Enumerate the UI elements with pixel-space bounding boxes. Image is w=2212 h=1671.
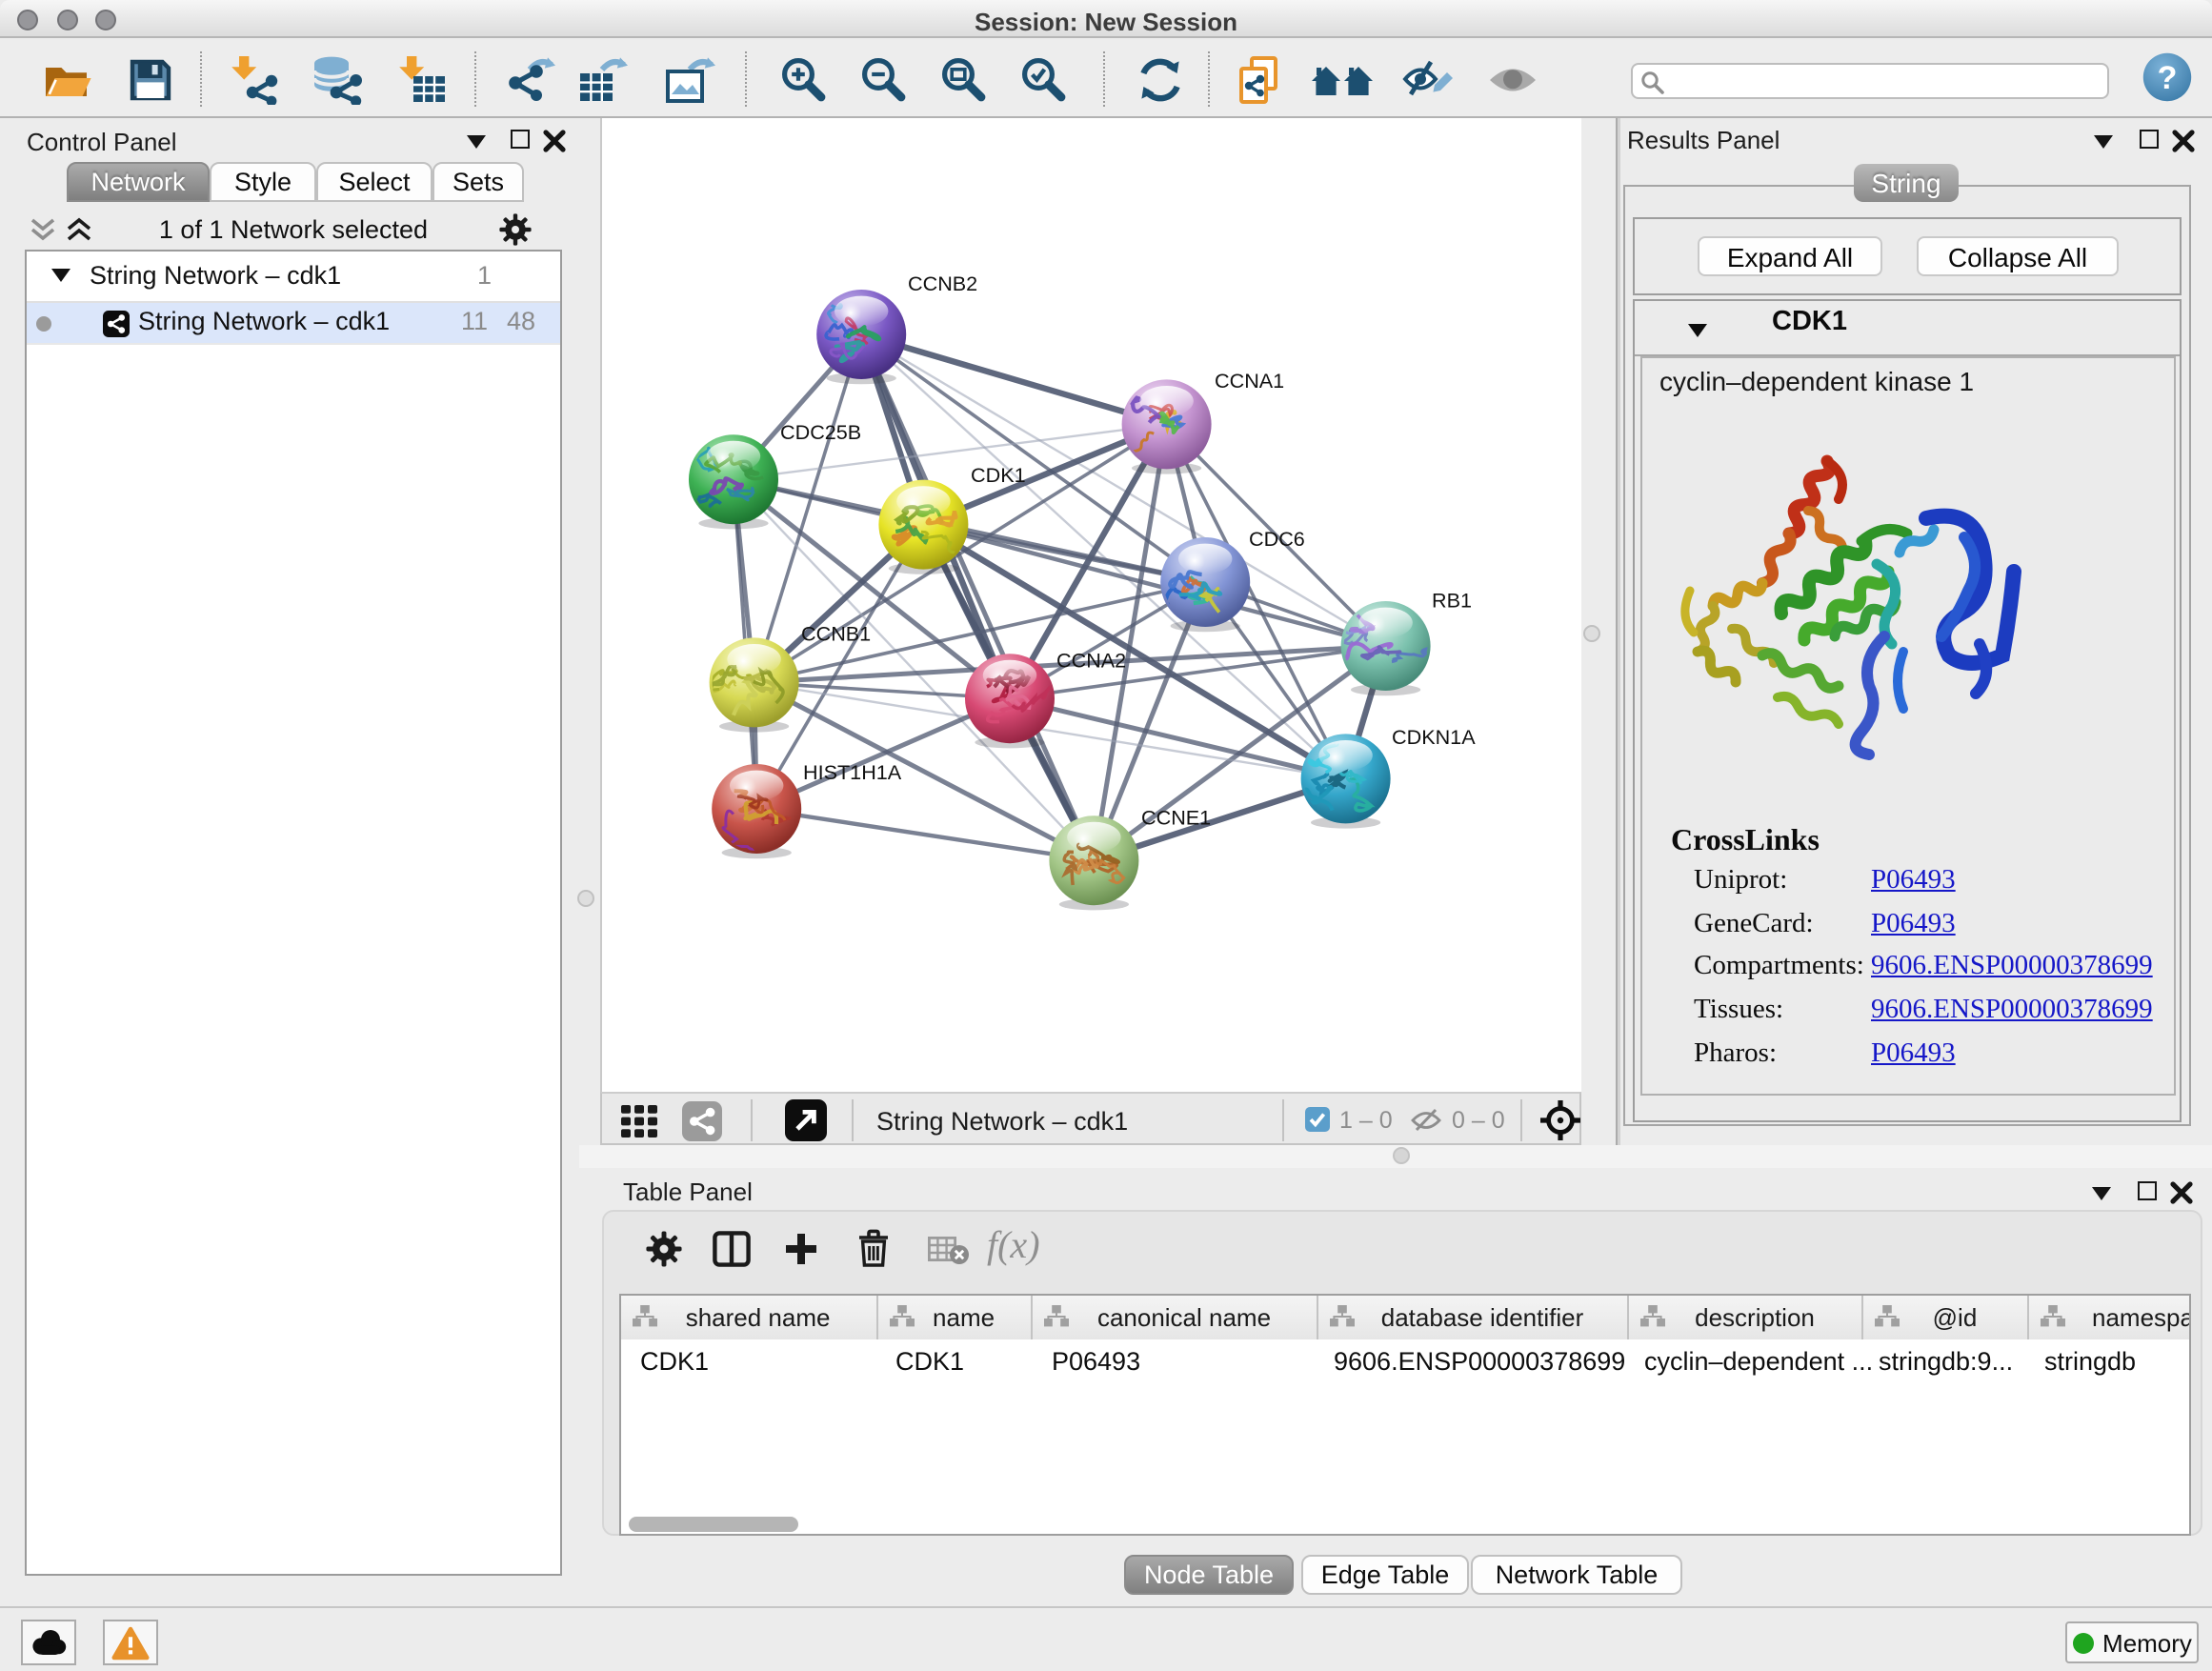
svg-text:CDC6: CDC6 [1249, 527, 1305, 551]
svg-text:CCNB2: CCNB2 [908, 272, 977, 295]
svg-text:?: ? [2158, 60, 2178, 96]
svg-text:CDC25B: CDC25B [780, 420, 861, 444]
svg-text:RB1: RB1 [1432, 588, 1472, 612]
svg-text:CCNA2: CCNA2 [1056, 649, 1126, 673]
svg-text:HIST1H1A: HIST1H1A [803, 760, 902, 784]
svg-text:CCNE1: CCNE1 [1141, 805, 1211, 829]
svg-text:CCNB1: CCNB1 [801, 622, 871, 646]
svg-text:CCNA1: CCNA1 [1215, 369, 1284, 393]
svg-text:CDK1: CDK1 [971, 463, 1026, 487]
svg-text:CDKN1A: CDKN1A [1392, 725, 1476, 749]
